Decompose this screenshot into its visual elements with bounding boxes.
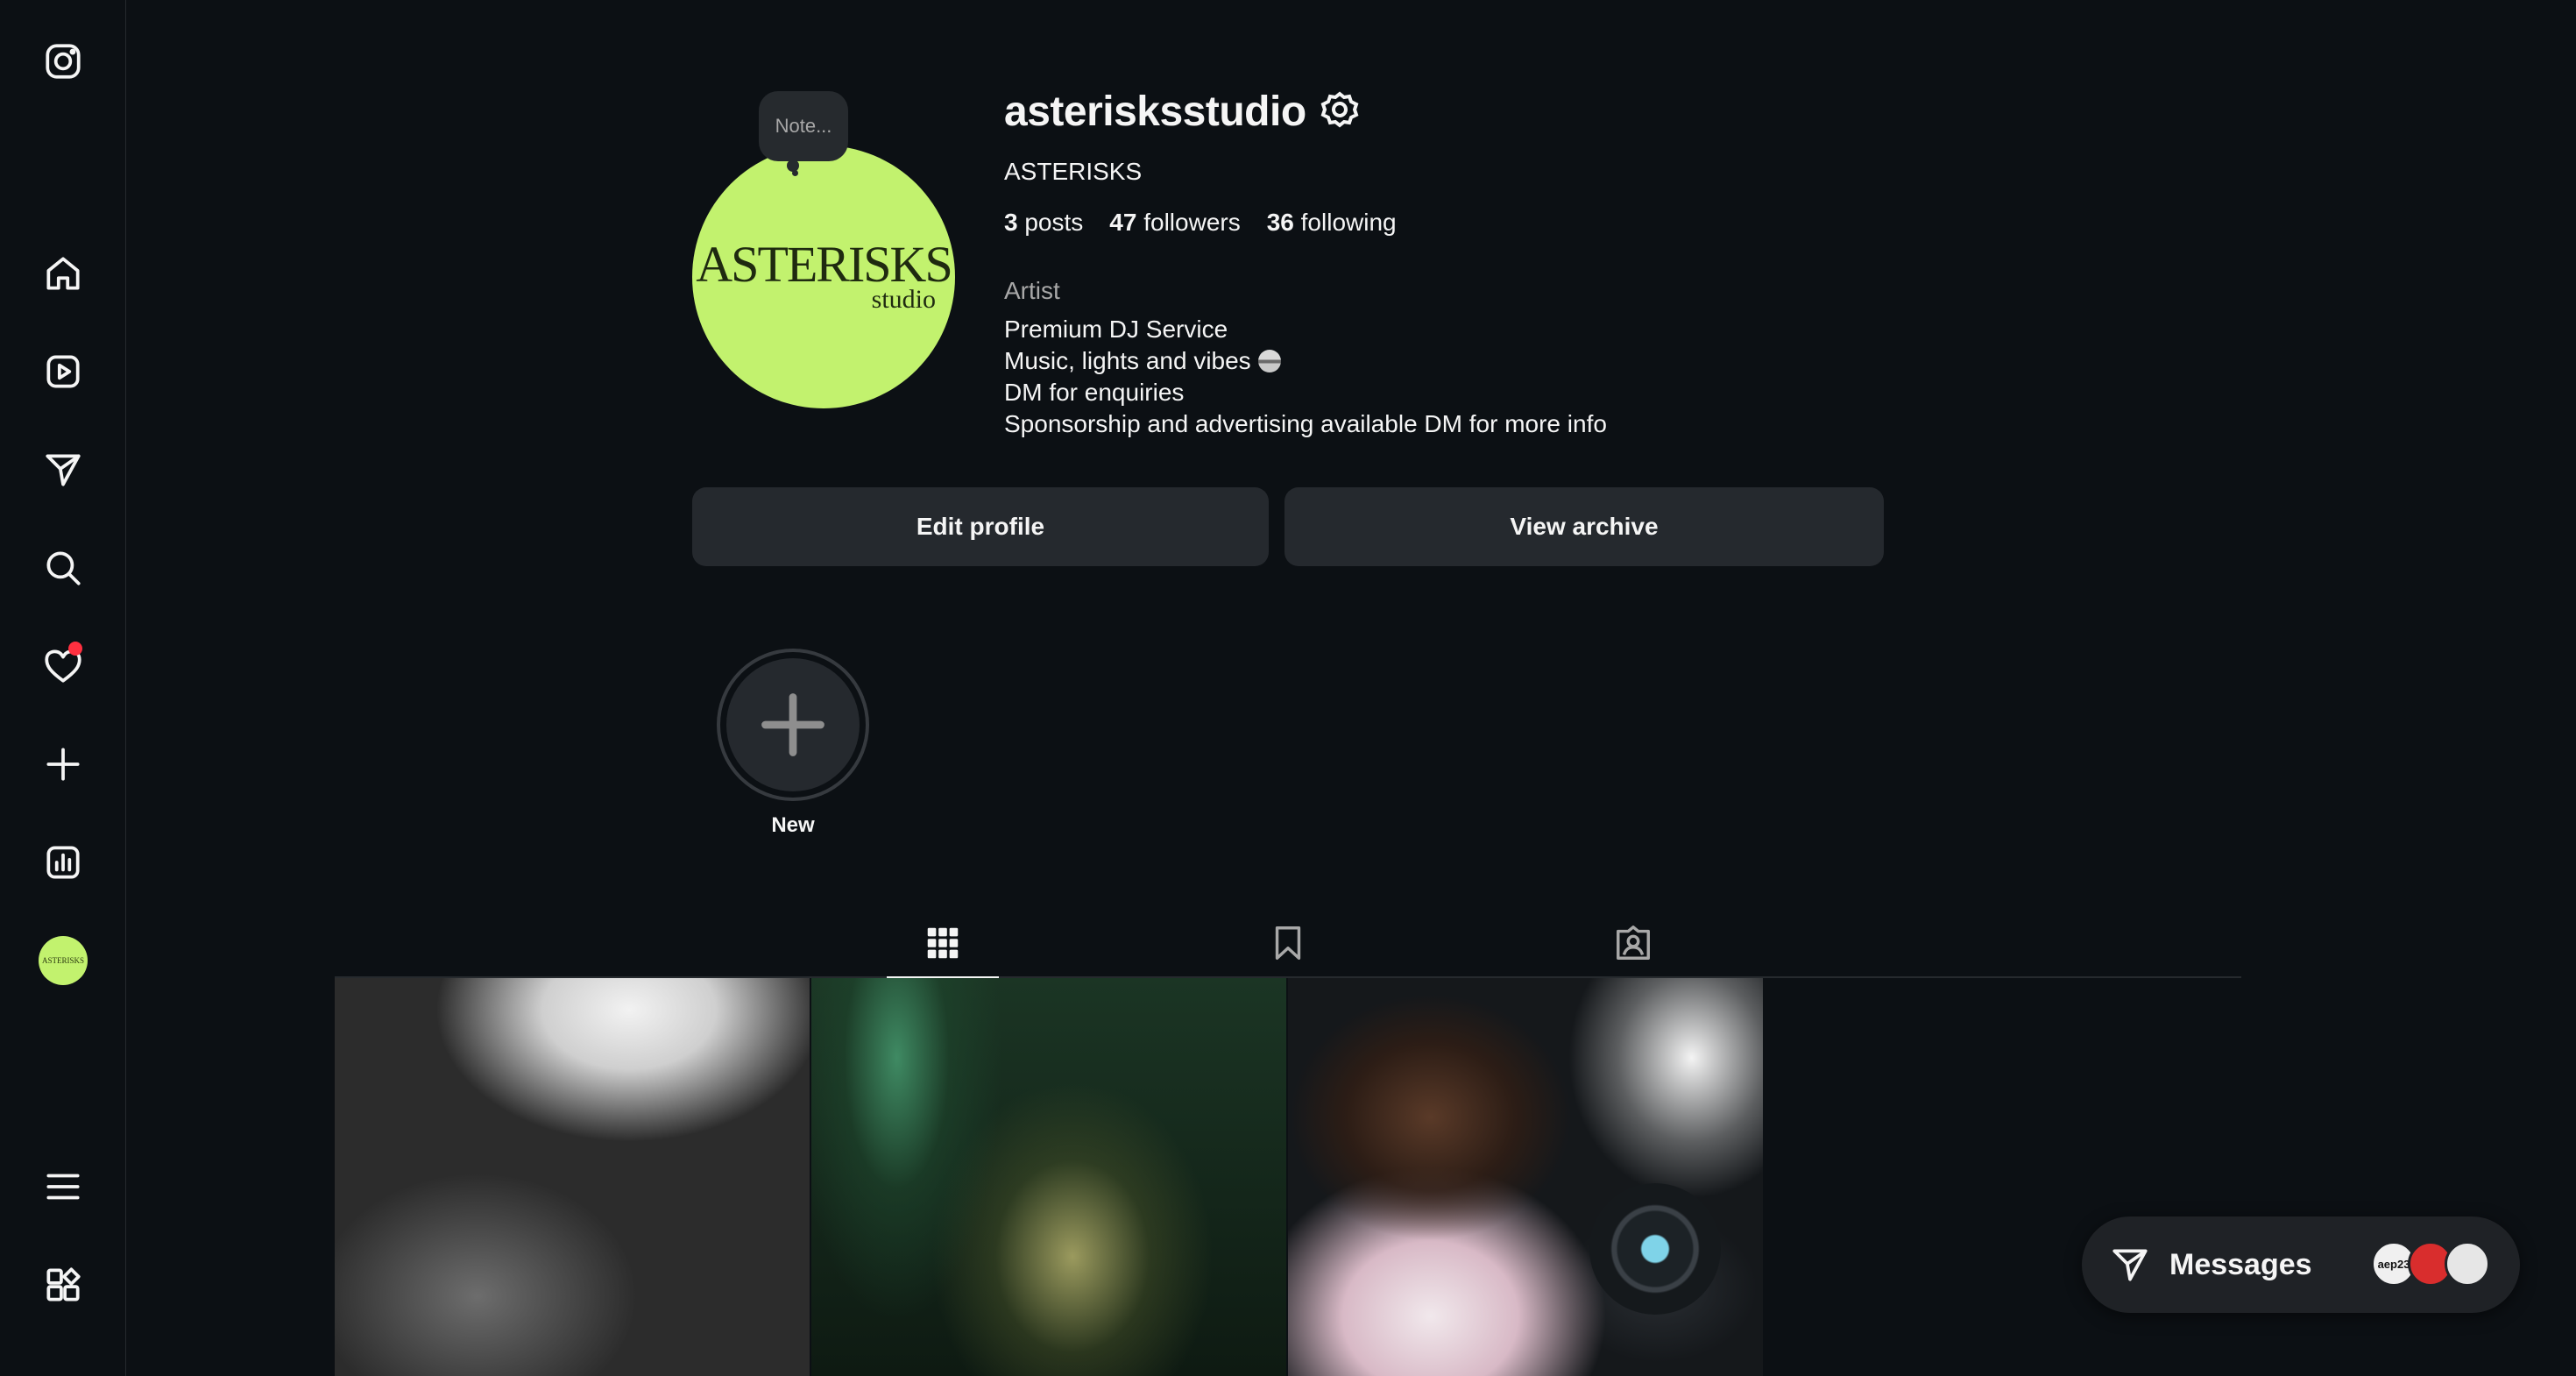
profile-bio: Premium DJ Service Music, lights and vib… xyxy=(1004,314,1607,440)
following-count: 36 xyxy=(1266,209,1294,236)
apps-grid-icon[interactable] xyxy=(32,1253,95,1316)
notification-dot xyxy=(68,642,82,656)
home-icon[interactable] xyxy=(32,242,95,305)
plus-icon xyxy=(761,693,824,756)
followers-stat[interactable]: 47 followers xyxy=(1109,209,1240,237)
posts-count: 3 xyxy=(1004,209,1018,236)
dj-turntable-shape xyxy=(1589,1183,1721,1315)
new-highlight-circle xyxy=(726,658,860,791)
dashboard-chart-icon[interactable] xyxy=(32,831,95,894)
followers-count: 47 xyxy=(1109,209,1137,236)
post-thumbnail[interactable] xyxy=(1288,978,1763,1376)
avatar: ASTERISKS xyxy=(39,936,88,985)
messages-label: Messages xyxy=(2169,1247,2312,1281)
followers-label: followers xyxy=(1143,209,1241,236)
username: asterisksstudio xyxy=(1004,89,1306,135)
bio-line: Premium DJ Service xyxy=(1004,316,1228,343)
message-contact-avatar xyxy=(2445,1241,2490,1287)
instagram-logo-icon[interactable] xyxy=(32,30,95,93)
messages-widget[interactable]: Messages aep23 xyxy=(2082,1216,2520,1313)
bookmark-icon xyxy=(1275,926,1301,960)
username-row: asterisksstudio xyxy=(1004,88,1361,136)
avatar-subtext: studio xyxy=(871,285,936,314)
messages-send-icon xyxy=(2112,1249,2148,1281)
bio-line: Music, lights and vibes xyxy=(1004,347,1251,374)
tab-saved[interactable] xyxy=(1232,908,1344,978)
profile-stats: 3 posts 47 followers 36 following xyxy=(1004,209,1397,237)
settings-gear-icon[interactable] xyxy=(1319,89,1361,135)
notifications-heart-icon[interactable] xyxy=(32,635,95,698)
tab-tagged[interactable] xyxy=(1577,908,1689,978)
grid-icon xyxy=(927,927,959,959)
tab-posts[interactable] xyxy=(887,908,999,980)
new-highlight-button[interactable] xyxy=(717,649,869,801)
posts-stat: 3 posts xyxy=(1004,209,1083,237)
more-menu-icon[interactable] xyxy=(32,1155,95,1218)
messages-icon[interactable] xyxy=(32,438,95,501)
avatar-wordmark: ASTERISKS xyxy=(696,236,952,293)
create-plus-icon[interactable] xyxy=(32,733,95,796)
profile-category: Artist xyxy=(1004,277,1060,304)
sidebar: ASTERISKS xyxy=(0,0,126,1376)
following-stat[interactable]: 36 following xyxy=(1267,209,1397,237)
mirror-ball-emoji-icon xyxy=(1257,350,1281,372)
note-bubble[interactable]: Note... xyxy=(759,91,848,161)
tagged-person-icon xyxy=(1617,926,1650,960)
search-icon[interactable] xyxy=(32,536,95,599)
note-placeholder: Note... xyxy=(775,115,832,137)
post-thumbnail[interactable] xyxy=(335,978,810,1376)
bio-line: DM for enquiries xyxy=(1004,379,1185,406)
note-tail-small xyxy=(792,170,798,176)
profile-avatar[interactable]: ASTERISKS xyxy=(32,929,95,992)
view-archive-button[interactable]: View archive xyxy=(1284,487,1884,566)
profile-avatar-wrap: ASTERISKS studio xyxy=(692,145,955,408)
edit-profile-button[interactable]: Edit profile xyxy=(692,487,1269,566)
post-thumbnail[interactable] xyxy=(811,978,1286,1376)
full-name: ASTERISKS xyxy=(1004,158,1143,185)
bio-line-with-emoji: Music, lights and vibes xyxy=(1004,345,1607,377)
new-highlight-label: New xyxy=(771,813,815,837)
posts-label: posts xyxy=(1024,209,1084,236)
avatar-mini-text: ASTERISKS xyxy=(41,956,84,965)
reels-icon[interactable] xyxy=(32,340,95,403)
profile-picture[interactable]: ASTERISKS studio xyxy=(692,145,955,408)
messages-avatars: aep23 xyxy=(2371,1241,2490,1287)
bio-line: Sponsorship and advertising available DM… xyxy=(1004,410,1607,437)
following-label: following xyxy=(1300,209,1397,236)
